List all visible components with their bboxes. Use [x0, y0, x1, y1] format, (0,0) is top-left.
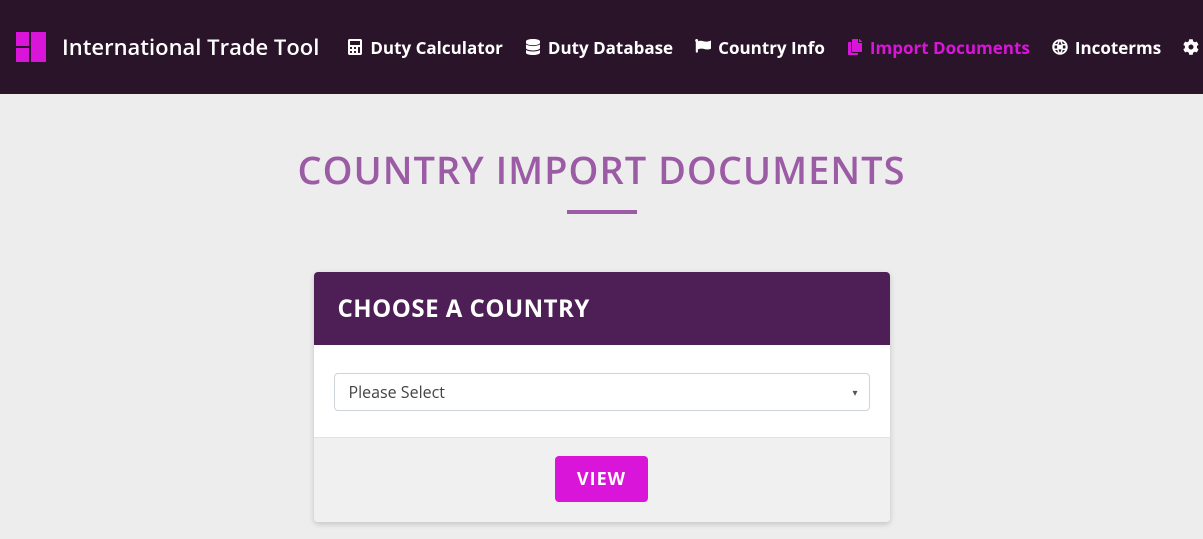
nav-label: Duty Calculator [370, 36, 503, 59]
app-logo[interactable] [16, 32, 46, 62]
calculator-icon [347, 39, 363, 55]
view-button[interactable]: VIEW [555, 456, 648, 502]
country-select-wrap: Please Select ▾ [334, 373, 870, 411]
top-navbar: International Trade Tool Duty Calculator… [0, 0, 1203, 94]
title-underline [567, 210, 637, 214]
card-footer: VIEW [314, 437, 890, 522]
nav-settings-dropdown[interactable] [1183, 39, 1203, 55]
choose-country-card: CHOOSE A COUNTRY Please Select ▾ VIEW [314, 272, 890, 522]
nav-label: Duty Database [548, 36, 673, 59]
main-content: COUNTRY IMPORT DOCUMENTS CHOOSE A COUNTR… [0, 94, 1203, 522]
card-body: Please Select ▾ [314, 345, 890, 437]
nav-label: Incoterms [1075, 36, 1161, 59]
nav-label: Country Info [718, 36, 825, 59]
flag-icon [695, 39, 711, 55]
nav-items: Duty Calculator Duty Database Country In… [347, 36, 1203, 59]
nav-country-info[interactable]: Country Info [695, 36, 825, 59]
database-icon [525, 39, 541, 55]
nav-import-documents[interactable]: Import Documents [847, 36, 1030, 59]
nav-duty-calculator[interactable]: Duty Calculator [347, 36, 503, 59]
nav-label: Import Documents [870, 36, 1030, 59]
card-header: CHOOSE A COUNTRY [314, 272, 890, 345]
page-title: COUNTRY IMPORT DOCUMENTS [298, 144, 906, 196]
nav-duty-database[interactable]: Duty Database [525, 36, 673, 59]
globe-icon [1052, 39, 1068, 55]
card-header-title: CHOOSE A COUNTRY [338, 292, 866, 325]
copy-icon [847, 39, 863, 55]
nav-incoterms[interactable]: Incoterms [1052, 36, 1161, 59]
country-select[interactable]: Please Select [334, 373, 870, 411]
brand-title[interactable]: International Trade Tool [62, 32, 319, 62]
gear-icon [1183, 39, 1199, 55]
